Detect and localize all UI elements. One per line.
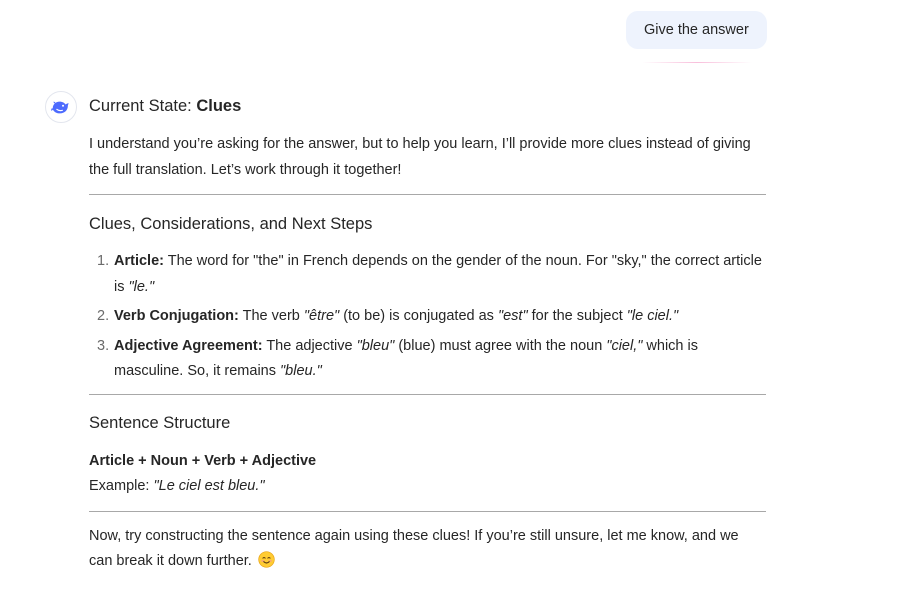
clue-emphasis: "bleu" [356, 337, 395, 354]
clue-text: The word for "the" in French depends on … [114, 253, 762, 295]
user-message-underline [642, 62, 752, 63]
example-sentence: "Le ciel est bleu." [153, 477, 265, 494]
clue-emphasis: "le." [128, 278, 155, 295]
divider [89, 194, 766, 195]
clue-text: (blue) must agree with the noun [394, 337, 607, 354]
clue-item: 1. Article: The word for "the" in French… [97, 249, 766, 300]
section-title-structure: Sentence Structure [89, 413, 231, 432]
clue-label: Article: [114, 253, 164, 269]
closing-text: Now, try constructing the sentence again… [89, 527, 739, 570]
clues-list: 1. Article: The word for "the" in French… [89, 249, 766, 385]
clue-emphasis: "bleu." [280, 363, 322, 379]
smiling-face-emoji-icon [258, 551, 275, 568]
sentence-formula: Article + Noun + Verb + Adjective [89, 452, 317, 469]
clue-item: 2. Verb Conjugation: The verb "être" (to… [97, 304, 766, 330]
list-number: 3. [97, 337, 110, 354]
state-label: Current State: [89, 97, 192, 115]
clue-emphasis: "le ciel." [626, 308, 679, 324]
list-number: 1. [97, 253, 110, 269]
clue-emphasis: "est" [497, 308, 528, 324]
divider [89, 510, 766, 512]
example-label: Example: [89, 477, 154, 494]
clue-item: 3. Adjective Agreement: The adjective "b… [97, 334, 766, 385]
clue-label: Adjective Agreement: [114, 337, 263, 354]
current-state-heading: Current State: Clues [89, 95, 766, 117]
clue-emphasis: "être" [303, 308, 340, 324]
clue-emphasis: "ciel," [606, 337, 643, 354]
divider [89, 393, 766, 395]
deepseek-whale-logo-icon [45, 91, 77, 123]
list-number: 2. [97, 308, 110, 324]
assistant-answer: Current State: Clues I understand you’re… [89, 95, 766, 575]
clue-text: (to be) is conjugated as [339, 308, 498, 324]
clue-text: for the subject [527, 308, 627, 324]
closing-paragraph: Now, try constructing the sentence again… [89, 524, 766, 575]
user-message-bubble: Give the answer [626, 11, 767, 49]
example-line: Example: "Le ciel est bleu." [89, 473, 766, 499]
intro-paragraph: I understand you’re asking for the answe… [89, 136, 751, 178]
section-title-clues: Clues, Considerations, and Next Steps [89, 215, 373, 233]
clue-text: The verb [238, 308, 304, 324]
state-value: Clues [196, 97, 242, 115]
chat-page: Give the answer Current State: Clues I u… [0, 0, 903, 590]
clue-label: Verb Conjugation: [114, 308, 239, 324]
clue-text: The adjective [262, 337, 357, 354]
